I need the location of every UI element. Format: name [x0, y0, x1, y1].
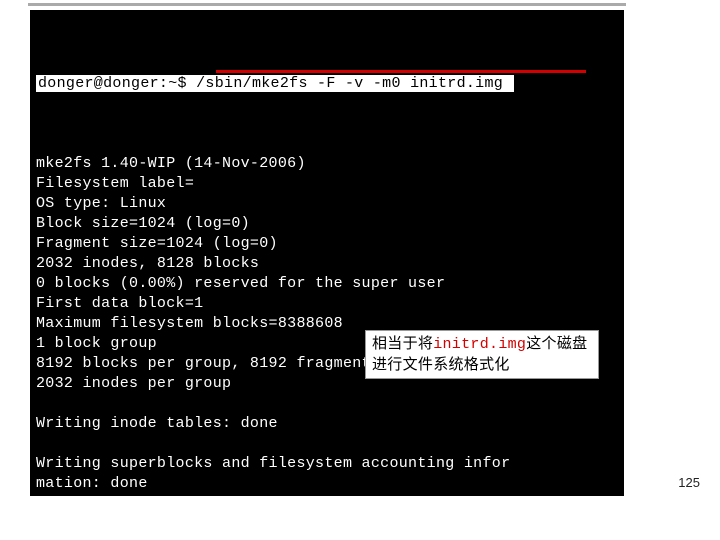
output-line: Maximum filesystem blocks=8388608	[36, 315, 343, 332]
output-line: 33 mounts or	[36, 535, 157, 540]
page-number: 125	[678, 475, 700, 490]
annotation-callout: 相当于将initrd.img这个磁盘进行文件系统格式化	[365, 330, 599, 379]
command-line: donger@donger:~$ /sbin/mke2fs -F -v -m0 …	[36, 54, 618, 134]
output-line: Fragment size=1024 (log=0)	[36, 235, 278, 252]
prompt-user-host: donger@donger:~$	[38, 75, 187, 92]
output-line: 2032 inodes, 8128 blocks	[36, 255, 259, 272]
shell-prompt: donger@donger:~$ /sbin/mke2fs -F -v -m0 …	[36, 75, 514, 92]
output-line: 1 block group	[36, 335, 157, 352]
output-line: OS type: Linux	[36, 195, 166, 212]
annotation-text-pre: 相当于将	[372, 335, 433, 352]
output-line: This filesystem will be automatically ch…	[36, 515, 510, 532]
output-line: 0 blocks (0.00%) reserved for the super …	[36, 275, 445, 292]
output-line: Writing inode tables: done	[36, 415, 278, 432]
typed-command: /sbin/mke2fs -F -v -m0 initrd.img	[187, 75, 513, 92]
output-line: mation: done	[36, 475, 148, 492]
output-line: 2032 inodes per group	[36, 375, 231, 392]
output-line: mke2fs 1.40-WIP (14-Nov-2006)	[36, 155, 306, 172]
terminal-window[interactable]: donger@donger:~$ /sbin/mke2fs -F -v -m0 …	[28, 8, 626, 498]
window-top-border	[28, 3, 626, 6]
output-line: First data block=1	[36, 295, 203, 312]
output-line: Writing superblocks and filesystem accou…	[36, 455, 510, 472]
highlight-underline	[216, 70, 586, 73]
annotation-filename: initrd.img	[433, 336, 526, 353]
output-line: Filesystem label=	[36, 175, 194, 192]
output-line: Block size=1024 (log=0)	[36, 215, 250, 232]
